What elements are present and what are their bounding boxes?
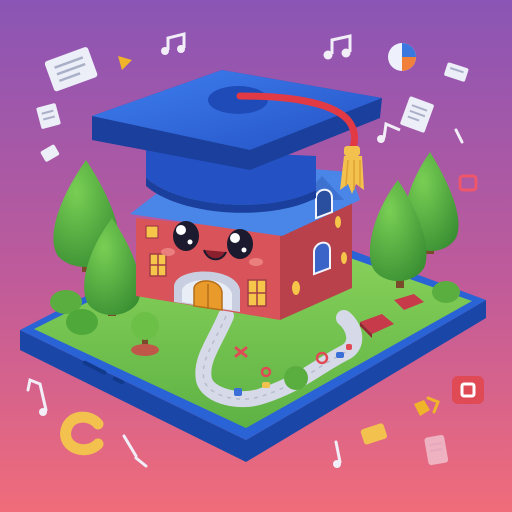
bush-icon	[432, 281, 460, 303]
pie-chart-icon	[388, 43, 416, 71]
app-icon-illustration	[0, 0, 512, 512]
floating-square-icon	[452, 376, 484, 404]
window-icon	[149, 253, 167, 277]
window-icon	[247, 279, 267, 307]
door-icon	[193, 280, 223, 311]
bush-icon	[284, 366, 308, 390]
small-tree-icon	[131, 312, 159, 356]
window-icon	[145, 225, 159, 239]
app-icon-scene	[0, 0, 512, 512]
